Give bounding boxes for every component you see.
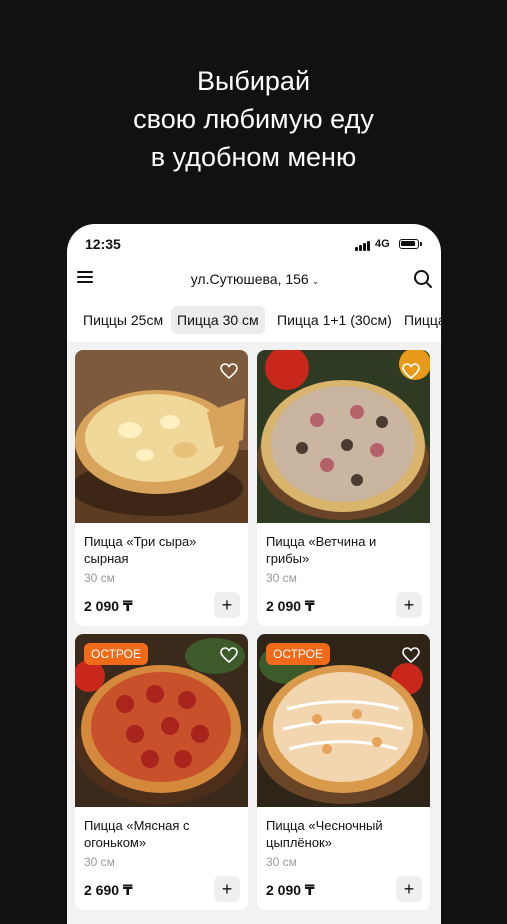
product-price: 2 090 ₸: [266, 598, 315, 614]
product-photo: [75, 350, 248, 523]
heart-icon[interactable]: [400, 644, 422, 666]
product-name: Пицца «Ветчина и грибы»: [266, 534, 377, 566]
search-icon[interactable]: [413, 269, 433, 289]
product-card[interactable]: Пицца «Ветчина и грибы» 30 см 2 090 ₸ +: [257, 350, 430, 626]
product-card[interactable]: Пицца «Три сыра» сырная 30 см 2 090 ₸ +: [75, 350, 248, 626]
add-to-cart-button[interactable]: +: [396, 876, 422, 902]
product-photo: ОСТРОЕ: [257, 634, 430, 807]
add-to-cart-button[interactable]: +: [214, 876, 240, 902]
product-name: Пицца «Три сыра» сырная: [84, 534, 197, 566]
product-size: 30 см: [84, 855, 115, 869]
product-card[interactable]: ОСТРОЕ Пицца «Чесночный цыплёнок» 30 см …: [257, 634, 430, 910]
promo-line-1: Выбирай: [196, 66, 311, 96]
status-time: 12:35: [85, 236, 121, 252]
product-price: 2 090 ₸: [266, 882, 315, 898]
product-photo: [257, 350, 430, 523]
heart-icon[interactable]: [400, 360, 422, 382]
app-header: ул.Сутюшева, 156 ⌄: [67, 264, 441, 298]
spicy-badge: ОСТРОЕ: [266, 643, 331, 665]
product-name: Пицца «Мясная с огоньком»: [84, 818, 190, 850]
tab-pizza-more[interactable]: Пицца: [398, 306, 441, 334]
product-size: 30 см: [266, 571, 297, 585]
product-name: Пицца «Чесночный цыплёнок»: [266, 818, 383, 850]
chevron-down-icon: ⌄: [311, 276, 320, 286]
product-size: 30 см: [84, 571, 115, 585]
category-tabs: Пиццы 25см Пицца 30 см Пицца 1+1 (30см) …: [67, 304, 441, 338]
heart-icon[interactable]: [218, 360, 240, 382]
promo-line-3: в удобном меню: [150, 142, 357, 172]
tab-pizza-25[interactable]: Пиццы 25см: [77, 306, 169, 334]
address-label: ул.Сутюшева, 156: [190, 271, 309, 287]
status-bar: 12:35 4G: [67, 224, 441, 262]
tab-pizza-1plus1[interactable]: Пицца 1+1 (30см): [271, 306, 398, 334]
product-price: 2 690 ₸: [84, 882, 133, 898]
heart-icon[interactable]: [218, 644, 240, 666]
signal-icon: [355, 239, 373, 251]
add-to-cart-button[interactable]: +: [214, 592, 240, 618]
promo-line-2: свою любимую еду: [133, 104, 374, 134]
tab-pizza-30[interactable]: Пицца 30 см: [171, 306, 265, 334]
product-price: 2 090 ₸: [84, 598, 133, 614]
spicy-badge: ОСТРОЕ: [84, 643, 149, 665]
phone-screen: 12:35 4G ул.Сутюшева, 156 ⌄ Пиццы 25см Пи…: [67, 224, 441, 924]
battery-icon: [399, 239, 422, 249]
network-label: 4G: [375, 238, 390, 250]
address-selector[interactable]: ул.Сутюшева, 156 ⌄: [187, 271, 323, 287]
hamburger-icon[interactable]: [77, 271, 95, 285]
promo-headline: Выбирай свою любимую еду в удобном меню: [0, 62, 507, 176]
product-size: 30 см: [266, 855, 297, 869]
product-grid: Пицца «Три сыра» сырная 30 см 2 090 ₸ +: [67, 342, 441, 924]
add-to-cart-button[interactable]: +: [396, 592, 422, 618]
product-card[interactable]: ОСТРОЕ Пицца «Мясная с огоньком» 30 см 2…: [75, 634, 248, 910]
product-photo: ОСТРОЕ: [75, 634, 248, 807]
